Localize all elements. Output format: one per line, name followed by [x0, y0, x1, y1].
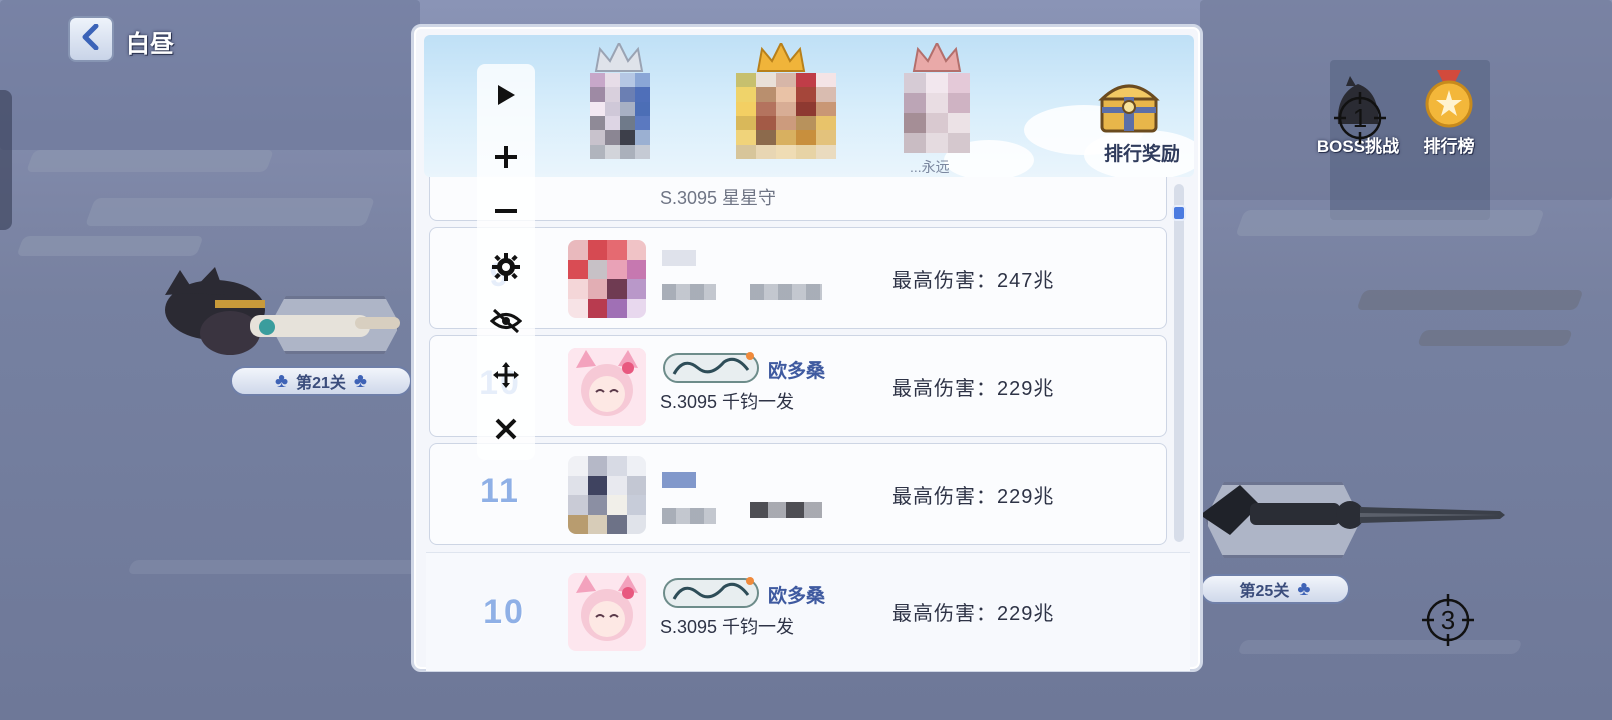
podium-first[interactable]: [736, 43, 836, 159]
crosshair-number: 3: [1441, 605, 1455, 635]
back-button[interactable]: [68, 16, 114, 62]
row-player-name: 欧多桑: [768, 361, 826, 382]
my-server: S.3095 千钧一发: [660, 617, 795, 637]
row-rank: 11: [480, 472, 520, 510]
player-avatar: [568, 573, 646, 651]
table-row[interactable]: 10 欧多桑 S.3095: [429, 335, 1167, 437]
move-icon: [493, 362, 519, 388]
blurred-avatar: [568, 456, 646, 534]
gear-icon: [492, 253, 520, 281]
my-damage: 最高伤害：229兆: [892, 603, 1055, 625]
guild-badge-icon: [662, 350, 760, 386]
my-player-name: 欧多桑: [768, 586, 826, 607]
silver-crown-icon: [594, 43, 644, 72]
blurred-avatar: [736, 73, 836, 159]
zoom-in-button[interactable]: [477, 134, 535, 180]
ranking-banner: ...永远 排行奖励: [424, 35, 1194, 177]
podium-second[interactable]: [584, 43, 654, 159]
ranking-button[interactable]: 排行榜: [1414, 70, 1484, 157]
hide-button[interactable]: [477, 298, 535, 344]
row-server: S.3095 千钧一发: [660, 392, 795, 412]
stage-plate-25[interactable]: 第25关 ♣: [1200, 574, 1350, 604]
plus-icon: [495, 146, 517, 168]
boss-sword: [1200, 475, 1510, 555]
podium-third-name: ...永远: [910, 159, 950, 175]
row-server: S.3095 星星守: [660, 188, 777, 208]
play-icon: [498, 85, 515, 105]
chevron-left-icon: [80, 23, 102, 55]
player-avatar: [568, 348, 646, 426]
close-icon: [495, 418, 517, 440]
club-icon: ♣: [1297, 578, 1311, 600]
reward-chest-icon[interactable]: [1098, 77, 1160, 135]
crosshair-marker-3[interactable]: 3: [1422, 594, 1474, 646]
table-row[interactable]: S.3095 星星守: [429, 177, 1167, 221]
move-button[interactable]: [477, 352, 535, 398]
table-row[interactable]: 9 最高伤害：247兆: [429, 227, 1167, 329]
ranking-scroll-thumb[interactable]: [1172, 204, 1186, 221]
club-icon: ♣: [274, 370, 289, 392]
my-ranking-row[interactable]: 10 欧多桑 S.3095 千钧一发 最高伤害：229兆: [426, 552, 1190, 671]
ranking-list[interactable]: S.3095 星星守 9 最高伤害：247兆 10: [424, 177, 1194, 549]
floating-toolbar: [477, 64, 535, 460]
table-row[interactable]: 11 最高伤害：229兆: [429, 443, 1167, 545]
row-damage: 最高伤害：247兆: [892, 270, 1055, 292]
settings-button[interactable]: [477, 244, 535, 290]
reward-label[interactable]: 排行奖励: [1104, 139, 1180, 166]
blurred-name: [662, 472, 696, 488]
podium-third[interactable]: ...永远: [902, 43, 972, 175]
eye-off-icon: [490, 308, 522, 334]
blurred-server: [662, 508, 716, 524]
ranking-label: 排行榜: [1423, 137, 1475, 156]
close-button[interactable]: [477, 406, 535, 452]
side-drawer-tab[interactable]: [0, 90, 12, 230]
blurred-server: [662, 284, 716, 300]
blurred-avatar: [590, 73, 650, 159]
crosshair-number: 1: [1353, 103, 1367, 133]
blurred-text: [750, 284, 822, 300]
medal-icon: [1425, 70, 1473, 128]
defeated-character: [155, 265, 415, 375]
bronze-crown-icon: [912, 43, 962, 72]
gold-crown-icon: [756, 43, 806, 72]
stage-plate-label: 第25关: [1239, 583, 1290, 600]
play-button[interactable]: [477, 72, 535, 118]
row-damage: 最高伤害：229兆: [892, 486, 1055, 508]
my-rank: 10: [483, 593, 525, 631]
club-icon: ♣: [353, 370, 368, 392]
blurred-text: [750, 502, 822, 518]
stage-plate-21[interactable]: ♣ 第21关 ♣: [230, 366, 412, 396]
ranking-scrollbar[interactable]: [1174, 184, 1184, 542]
zoom-out-button[interactable]: [477, 188, 535, 234]
stage-title: 白昼: [126, 31, 174, 58]
crosshair-marker-1[interactable]: 1: [1334, 92, 1386, 144]
blurred-name: [662, 250, 696, 266]
stage-plate-label: 第21关: [296, 375, 346, 392]
blurred-avatar: [568, 240, 646, 318]
blurred-avatar: [904, 73, 970, 153]
guild-badge-icon: [662, 575, 760, 611]
row-damage: 最高伤害：229兆: [892, 378, 1055, 400]
minus-icon: [495, 209, 517, 213]
